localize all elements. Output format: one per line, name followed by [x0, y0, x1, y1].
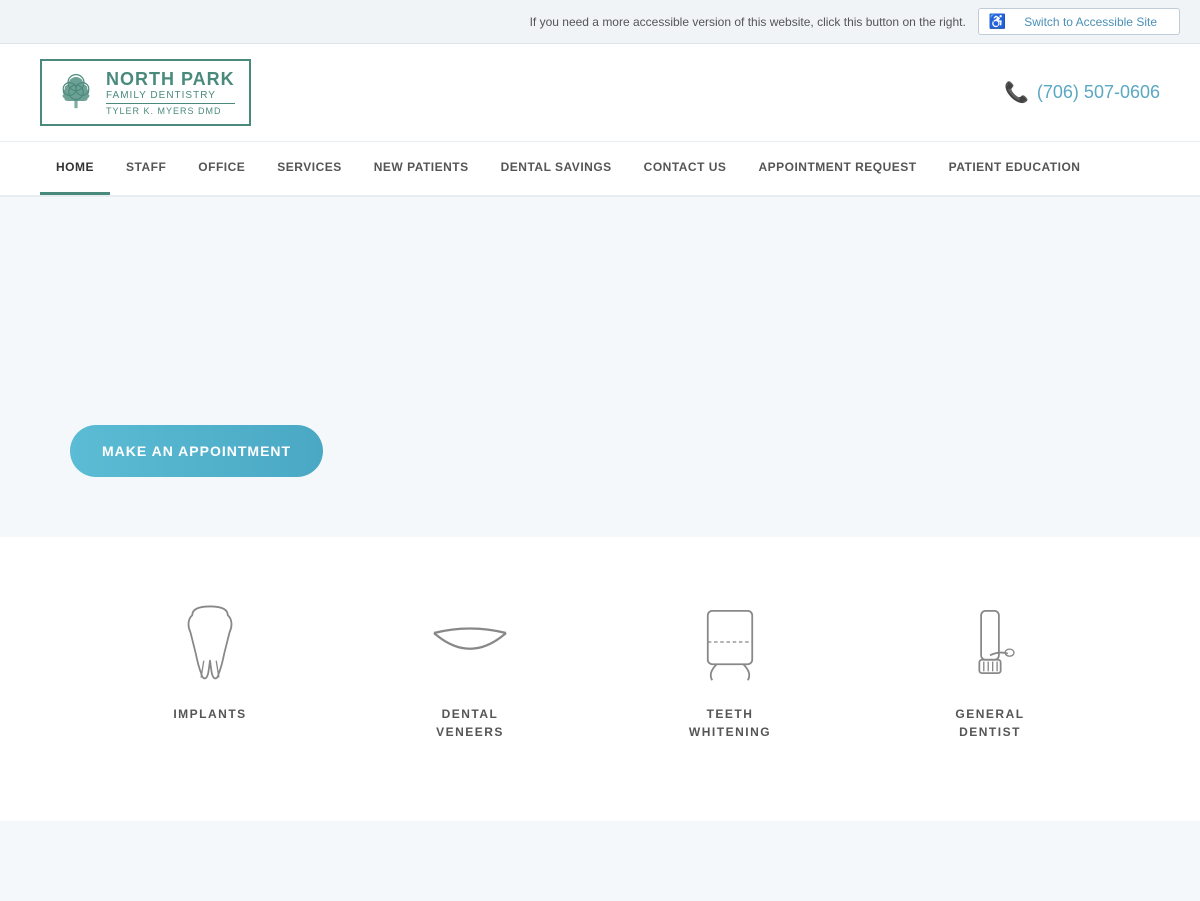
nav-item-services[interactable]: SERVICES	[261, 142, 357, 195]
whitening-icon	[685, 597, 775, 687]
nav-item-new-patients[interactable]: NEW PATIENTS	[358, 142, 485, 195]
main-nav: HOMESTAFFOFFICESERVICESNEW PATIENTSDENTA…	[0, 142, 1200, 197]
hero-section: MAKE AN APPOINTMENT	[0, 197, 1200, 537]
header: NORTH PARK FAMILY DENTISTRY TYLER K. MYE…	[0, 44, 1200, 142]
general-icon	[945, 597, 1035, 687]
accessibility-bar: If you need a more accessible version of…	[0, 0, 1200, 44]
nav-item-dental-savings[interactable]: DENTAL SAVINGS	[485, 142, 628, 195]
accessible-site-link[interactable]: ♿ Switch to Accessible Site	[978, 8, 1180, 35]
make-appointment-button[interactable]: MAKE AN APPOINTMENT	[70, 425, 323, 477]
nav-item-home[interactable]: HOME	[40, 142, 110, 195]
whitening-label: TEETHWHITENING	[689, 705, 771, 741]
service-veneers[interactable]: DENTALVENEERS	[380, 597, 560, 741]
service-implants[interactable]: IMPLANTS	[120, 597, 300, 723]
logo-box: NORTH PARK FAMILY DENTISTRY TYLER K. MYE…	[40, 59, 251, 126]
logo-title: NORTH PARK	[106, 69, 235, 90]
phone-area[interactable]: 📞 (706) 507-0606	[1004, 80, 1160, 105]
services-section: IMPLANTS DENTALVENEERS TEETHWHITENING	[0, 537, 1200, 821]
nav-item-appointment-request[interactable]: APPOINTMENT REQUEST	[742, 142, 932, 195]
veneers-icon	[425, 597, 515, 687]
accessibility-icon: ♿	[989, 13, 1006, 30]
tree-icon	[56, 73, 96, 113]
general-label: GENERALDENTIST	[955, 705, 1024, 741]
service-whitening[interactable]: TEETHWHITENING	[640, 597, 820, 741]
implants-icon	[165, 597, 255, 687]
logo-text: NORTH PARK FAMILY DENTISTRY TYLER K. MYE…	[106, 69, 235, 116]
logo[interactable]: NORTH PARK FAMILY DENTISTRY TYLER K. MYE…	[40, 59, 251, 126]
accessibility-message: If you need a more accessible version of…	[530, 15, 966, 29]
nav-item-contact-us[interactable]: CONTACT US	[628, 142, 743, 195]
logo-name: TYLER K. MYERS DMD	[106, 103, 235, 116]
nav-item-office[interactable]: OFFICE	[182, 142, 261, 195]
phone-icon: 📞	[1004, 80, 1029, 105]
logo-subtitle: FAMILY DENTISTRY	[106, 90, 235, 101]
nav-item-staff[interactable]: STAFF	[110, 142, 182, 195]
hero-content: MAKE AN APPOINTMENT	[70, 425, 323, 497]
veneers-label: DENTALVENEERS	[436, 705, 504, 741]
service-general[interactable]: GENERALDENTIST	[900, 597, 1080, 741]
implants-label: IMPLANTS	[173, 705, 246, 723]
phone-number: (706) 507-0606	[1037, 82, 1160, 103]
nav-item-patient-education[interactable]: PATIENT EDUCATION	[933, 142, 1097, 195]
footer-space	[0, 821, 1200, 901]
